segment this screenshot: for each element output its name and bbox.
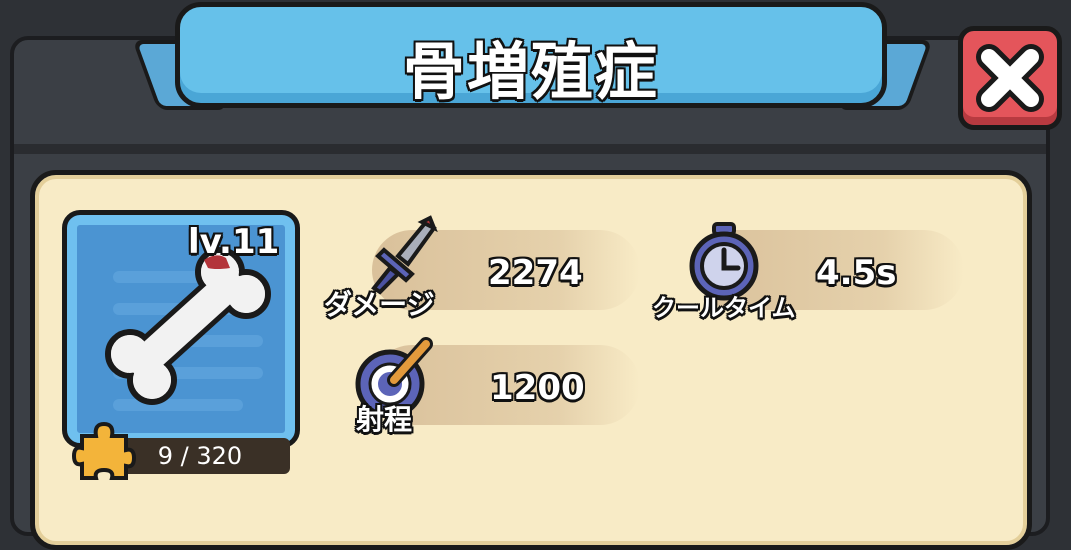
- dialog-title: 骨増殖症: [402, 35, 659, 108]
- card-decor-line: [113, 399, 243, 411]
- range-label: 射程: [356, 403, 413, 436]
- range-value: 1200: [490, 368, 585, 408]
- cooldown-value: 4.5s: [816, 253, 897, 293]
- close-icon: [976, 44, 1044, 112]
- damage-value: 2274: [488, 253, 583, 293]
- cooldown-label: クールタイム: [652, 294, 796, 322]
- frame-divider: [14, 144, 1046, 154]
- fragment-count: 9 / 320: [157, 442, 243, 470]
- damage-label: ダメージ: [324, 288, 435, 321]
- puzzle-piece-icon: [71, 421, 137, 480]
- fragment-progress: 9 / 320: [110, 438, 290, 474]
- bone-icon: [105, 247, 271, 405]
- title-ribbon: 骨増殖症: [175, 2, 887, 108]
- close-button[interactable]: [958, 26, 1062, 130]
- item-level: lv.11: [188, 222, 280, 262]
